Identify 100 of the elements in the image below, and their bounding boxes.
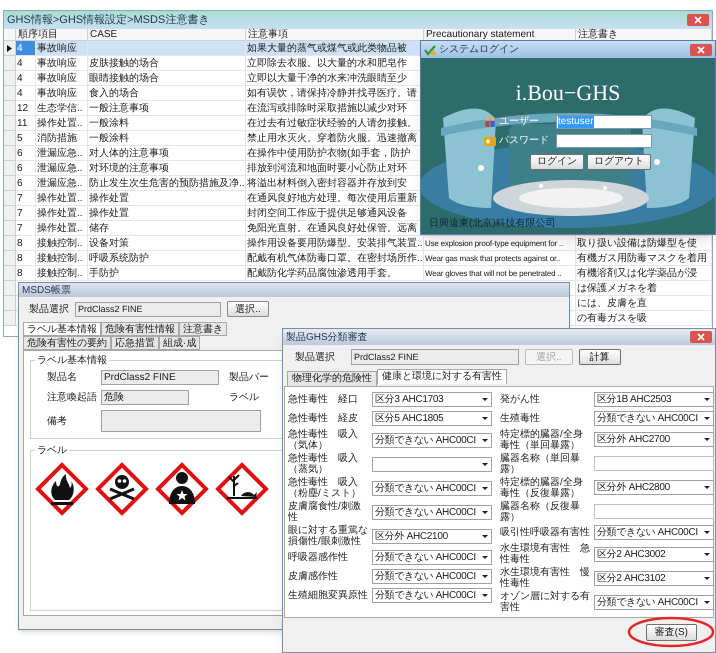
field-label: パスワード <box>499 134 550 148</box>
close-button[interactable] <box>690 44 712 56</box>
dropdown[interactable]: 区分2 AHC3102 <box>594 570 714 586</box>
people-icon <box>484 116 496 128</box>
field-label: 製品バー <box>229 370 269 385</box>
field-label: 臓器名称（単回暴露） <box>500 452 581 475</box>
dropdown[interactable]: 分類できない AHC00CI <box>372 504 492 520</box>
dropdown[interactable]: 区分5 AHC1805 <box>372 411 492 426</box>
field-label: 吸引性呼吸器有害性 <box>500 527 590 538</box>
button[interactable]: 計算 <box>578 349 621 365</box>
tab[interactable]: 応急措置 <box>111 336 159 350</box>
tab[interactable]: 物理化学的危険性 <box>287 371 377 386</box>
flame-hazard-icon <box>35 462 89 516</box>
caret-icon <box>481 416 489 421</box>
window-title: GHS情報>GHS情報設定>MSDS注意書き <box>7 12 210 28</box>
field-label: 急性毒性 吸入（気体） <box>288 429 359 451</box>
dropdown[interactable] <box>372 456 492 472</box>
field-label: 急性毒性 経皮 <box>288 413 359 424</box>
field-label: 水生環境有害性 慢性毒性 <box>500 567 590 590</box>
dropdown[interactable]: 区分外 AHC2100 <box>372 528 492 544</box>
dropdown[interactable]: 分類できない AHC00CI <box>594 525 714 540</box>
dropdown[interactable]: 区分外 AHC2800 <box>594 480 714 496</box>
caret-icon <box>481 397 489 402</box>
dropdown[interactable]: 分類できない AHC00CI <box>594 411 714 426</box>
caret-icon <box>703 397 711 402</box>
field-label: 製品選択 <box>29 302 69 316</box>
close-button[interactable] <box>687 14 709 26</box>
table-cell: の有毒ガスを吸 <box>576 311 712 326</box>
dropdown[interactable]: 分類できない AHC00CI <box>372 588 492 603</box>
caret-icon <box>481 593 489 598</box>
field-label: 急性毒性 吸入（蒸気） <box>288 453 359 475</box>
dropdown[interactable]: 区分外 AHC2700 <box>594 432 714 448</box>
dropdown[interactable]: 分類できない AHC00CI <box>372 550 492 565</box>
field-label: 眼に対する重篤な損傷性/眼刺激性 <box>288 525 368 547</box>
caret-icon <box>703 437 711 442</box>
dropdown[interactable]: 区分2 AHC3002 <box>594 546 714 562</box>
dropdown[interactable]: 分類できない AHC00CI <box>372 432 492 448</box>
caret-icon <box>703 530 711 536</box>
tab[interactable]: 組成·成 <box>159 336 200 350</box>
field-label: 呼吸器感作性 <box>288 552 349 563</box>
product-field[interactable]: PrdClass2 FINE <box>75 302 221 316</box>
caret-icon <box>481 534 489 538</box>
field-label: 特定標的臓器/全身毒性（単回暴露） <box>500 428 584 451</box>
table-row[interactable]: 8 接触控制.. 设备对策 操作用设备要用防爆型。安装排气装置.. Use explosion proof-type equipment for .. 取り扱い設備は防爆型を使 <box>4 236 712 251</box>
table-row[interactable]: 8 接触控制.. 呼吸系统防护 配戴有机气体防毒口罩。在密封场所作.. Wear gas mask that protects against or.. 有機ガス用防毒マスクを着用 <box>4 251 712 266</box>
caret-icon <box>481 462 489 466</box>
dead-tree-fish-icon <box>215 462 269 516</box>
tab[interactable]: 健康と環境に対する有害性 <box>377 369 507 384</box>
check-icon <box>424 44 436 56</box>
input-field[interactable]: PrdClass2 FINE <box>101 370 219 385</box>
tab[interactable]: 注意書き <box>179 322 227 336</box>
button[interactable]: ログアウト <box>587 154 651 170</box>
tab[interactable]: 危険有害性の要約 <box>23 336 111 350</box>
field-label: ラベル <box>229 391 259 405</box>
field-label: 急性毒性 経口 <box>288 394 359 405</box>
caret-icon <box>703 416 711 421</box>
window-title: 製品GHS分類審査 <box>286 330 368 344</box>
skull-crossbones-icon <box>95 462 149 516</box>
input-field[interactable]: 危険 <box>101 390 189 405</box>
current-row-icon <box>7 44 12 52</box>
field-label: 備考 <box>47 414 68 428</box>
table-cell: 4 <box>16 41 36 56</box>
tab[interactable]: 危険有害性情報 <box>101 322 179 336</box>
caret-icon <box>481 510 489 514</box>
product-field[interactable]: PrdClass2 FINE <box>351 349 519 365</box>
field-label: ユーザー <box>499 115 540 129</box>
field-label: 皮膚感作性 <box>288 571 339 582</box>
input-field[interactable] <box>556 134 652 148</box>
field-label: 皮膚腐食性/刺激性 <box>288 501 362 523</box>
field-label: 製品選択 <box>295 350 336 364</box>
field-label: オゾン層に対する有害性 <box>500 591 590 614</box>
caret-icon <box>481 574 489 579</box>
close-button[interactable] <box>690 331 712 343</box>
field-label: 特定標的臓器/全身毒性（反復暴露） <box>500 476 584 499</box>
button[interactable]: ログイン <box>530 154 584 170</box>
field-label: 生殖毒性 <box>500 413 541 424</box>
dropdown[interactable]: 区分3 AHC1703 <box>372 392 492 407</box>
dropdown[interactable]: 分類できない AHC00CI <box>372 569 492 584</box>
dropdown[interactable]: 分類できない AHC00CI <box>594 594 714 610</box>
field-label: 臓器名称（反復暴露） <box>500 500 581 523</box>
group-title: ラベル <box>36 444 68 458</box>
dropdown[interactable]: 区分1B AHC2503 <box>594 392 714 407</box>
field-label: 注意喚起語 <box>47 390 98 405</box>
caret-icon <box>481 486 489 490</box>
dropdown[interactable]: 分類できない AHC00CI <box>372 480 492 496</box>
tab[interactable]: ラベル基本情報 <box>23 322 101 336</box>
input-field[interactable] <box>101 410 261 432</box>
select-button[interactable]: 選択.. <box>227 301 269 317</box>
window-title: MSDS帳票 <box>22 284 71 298</box>
caret-icon <box>703 552 711 557</box>
caret-icon <box>481 555 489 560</box>
field-label: 生殖細胞変異原性 <box>288 590 368 601</box>
review-button[interactable]: 審査(S) <box>646 624 697 641</box>
input-field[interactable] <box>594 456 714 472</box>
caret-icon <box>703 600 711 605</box>
input-field[interactable] <box>594 504 714 519</box>
table-row[interactable]: 8 接触控制.. 手防护 配戴防化学药品腐蚀渗透用手套。 Wear gloves that will not be penetrated .. 有機溶剤又は化学薬品が浸 <box>4 266 712 281</box>
field-label: 急性毒性 吸入（粉塵/ミスト） <box>288 477 362 499</box>
caret-icon <box>481 438 489 442</box>
field-label: 発がん性 <box>500 394 541 405</box>
